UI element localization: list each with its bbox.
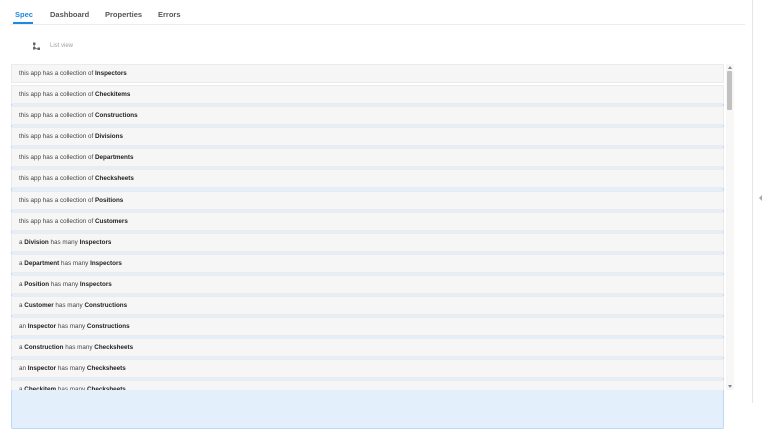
spec-text: this app has a collection of <box>19 175 95 182</box>
spec-row[interactable]: a Position has many Inspectors <box>11 275 724 294</box>
spec-text: has many <box>56 386 87 390</box>
spec-entity: Divisions <box>95 133 123 140</box>
spec-row[interactable]: this app has a collection of Positions <box>11 191 724 210</box>
spec-text: has many <box>54 302 85 309</box>
spec-text: this app has a collection of <box>19 133 95 140</box>
spec-list: this app has a collection of Inspectorst… <box>11 64 724 390</box>
spec-text: this app has a collection of <box>19 197 95 204</box>
tab-dashboard[interactable]: Dashboard <box>50 10 89 19</box>
spec-entity: Constructions <box>87 323 130 330</box>
spec-entity: Constructions <box>95 112 138 119</box>
spec-text: this app has a collection of <box>19 91 95 98</box>
spec-row[interactable]: this app has a collection of Checkitems <box>11 85 724 104</box>
view-mode-label: List view <box>50 43 73 49</box>
spec-entity: Positions <box>95 197 123 204</box>
spec-entity: Checksheets <box>94 344 133 351</box>
spec-entity: Inspectors <box>95 70 127 77</box>
side-panel-collapsed <box>752 0 768 403</box>
spec-text: has many <box>59 260 90 267</box>
tab-errors[interactable]: Errors <box>158 10 181 19</box>
spec-entity: Customer <box>24 302 53 309</box>
scroll-up-icon[interactable] <box>728 66 732 69</box>
spec-row[interactable]: this app has a collection of Customers <box>11 212 724 231</box>
spec-entity: Inspectors <box>80 281 112 288</box>
spec-text: has many <box>63 344 94 351</box>
spec-entity: Checkitems <box>95 91 130 98</box>
graph-icon <box>32 42 41 51</box>
spec-row[interactable]: a Customer has many Constructions <box>11 296 724 315</box>
active-tab-indicator <box>13 22 33 24</box>
spec-entity: Customers <box>95 218 128 225</box>
spec-entity: Inspectors <box>90 260 122 267</box>
spec-entity: Construction <box>24 344 63 351</box>
tab-bar: Spec Dashboard Properties Errors <box>10 0 745 25</box>
spec-text: an <box>19 365 28 372</box>
spec-row[interactable]: this app has a collection of Inspectors <box>11 64 724 83</box>
tab-properties[interactable]: Properties <box>105 10 142 19</box>
scrollbar-thumb[interactable] <box>727 71 732 110</box>
spec-text: has many <box>56 365 87 372</box>
spec-row[interactable]: this app has a collection of Constructio… <box>11 106 724 125</box>
spec-text: this app has a collection of <box>19 112 95 119</box>
scrollbar[interactable] <box>726 64 734 390</box>
spec-entity: Departments <box>95 154 134 161</box>
spec-text: has many <box>56 323 87 330</box>
spec-entity: Position <box>24 281 49 288</box>
spec-row[interactable]: this app has a collection of Departments <box>11 148 724 167</box>
spec-text: this app has a collection of <box>19 70 95 77</box>
spec-text: this app has a collection of <box>19 218 95 225</box>
spec-entity: Inspectors <box>80 239 112 246</box>
spec-row[interactable]: a Construction has many Checksheets <box>11 338 724 357</box>
spec-text: has many <box>49 239 80 246</box>
spec-text: this app has a collection of <box>19 154 95 161</box>
spec-row[interactable]: an Inspector has many Checksheets <box>11 359 724 378</box>
spec-text: an <box>19 323 28 330</box>
scroll-down-icon[interactable] <box>728 385 732 388</box>
spec-row[interactable]: a Division has many Inspectors <box>11 233 724 252</box>
spec-row[interactable]: a Checkitem has many Checksheets <box>11 380 724 390</box>
tab-spec[interactable]: Spec <box>15 10 33 19</box>
spec-entity: Division <box>24 239 49 246</box>
spec-row[interactable]: a Department has many Inspectors <box>11 254 724 273</box>
spec-entity: Constructions <box>84 302 127 309</box>
spec-row[interactable]: this app has a collection of Checksheets <box>11 169 724 188</box>
spec-entity: Checksheets <box>87 386 126 390</box>
spec-entity: Checksheets <box>95 175 134 182</box>
spec-row[interactable]: an Inspector has many Constructions <box>11 317 724 336</box>
graph-view-button[interactable] <box>29 39 44 54</box>
spec-entity: Inspector <box>28 365 56 372</box>
spec-entity: Checkitem <box>24 386 56 390</box>
expand-panel-icon[interactable] <box>759 195 762 201</box>
spec-row[interactable]: this app has a collection of Divisions <box>11 127 724 146</box>
spec-entity: Department <box>24 260 59 267</box>
spec-entity: Inspector <box>28 323 56 330</box>
spec-entity: Checksheets <box>87 365 126 372</box>
spec-text: has many <box>49 281 80 288</box>
